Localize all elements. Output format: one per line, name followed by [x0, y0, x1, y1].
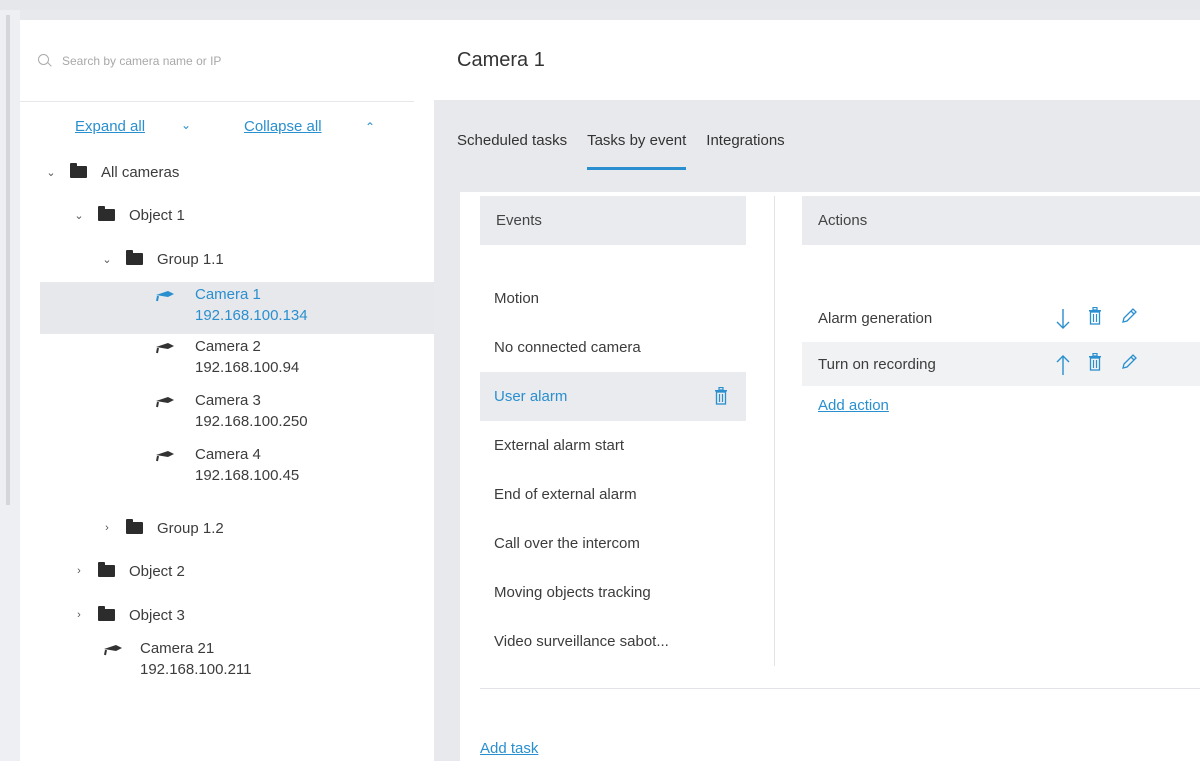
- camera-icon: [102, 643, 124, 657]
- add-action-link[interactable]: Add action: [818, 397, 889, 414]
- panel-divider: [480, 688, 1200, 689]
- add-task-link[interactable]: Add task: [480, 740, 538, 757]
- chevron-right-icon[interactable]: ›: [100, 522, 114, 534]
- camera-name: Camera 4: [195, 446, 261, 463]
- tree-camera-21[interactable]: Camera 21 192.168.100.211: [20, 638, 434, 690]
- folder-icon: [98, 562, 115, 577]
- camera-tree-sidebar: Expand all ⌄ Collapse all ⌃ ⌄ All camera…: [20, 20, 434, 761]
- arrow-up-icon[interactable]: [1056, 354, 1070, 380]
- tree-node-object-1[interactable]: ⌄ Object 1: [72, 197, 185, 233]
- tab-tasks-by-event[interactable]: Tasks by event: [587, 132, 687, 170]
- trash-icon[interactable]: [1088, 306, 1102, 329]
- trash-icon[interactable]: [1088, 352, 1102, 375]
- event-label: Video surveillance sabot...: [494, 633, 669, 650]
- arrow-down-icon[interactable]: [1056, 308, 1070, 334]
- main-content: Camera 1 Scheduled tasks Tasks by event …: [434, 20, 1200, 761]
- trash-icon[interactable]: [714, 386, 728, 405]
- tree-node-label: Group 1.2: [157, 519, 224, 537]
- chevron-down-icon[interactable]: ⌄: [44, 166, 58, 179]
- camera-icon: [154, 289, 176, 303]
- left-edge: [0, 10, 20, 761]
- chevron-down-icon[interactable]: ⌄: [100, 253, 114, 266]
- camera-name: Camera 21: [140, 640, 215, 657]
- action-item-turn-on-recording[interactable]: Turn on recording: [802, 342, 1200, 386]
- column-divider: [774, 196, 775, 666]
- tree-controls: Expand all ⌄ Collapse all ⌃: [75, 118, 415, 142]
- search-input[interactable]: [62, 53, 362, 68]
- event-item-user-alarm[interactable]: User alarm: [480, 372, 746, 421]
- actions-header: Actions: [802, 196, 1200, 245]
- tree-node-label: Object 3: [129, 606, 185, 624]
- chevron-up-icon: ⌃: [365, 120, 376, 134]
- event-item-motion[interactable]: Motion: [480, 274, 746, 323]
- pencil-icon[interactable]: [1120, 307, 1138, 329]
- expand-all-link[interactable]: Expand all: [75, 118, 145, 135]
- event-label: External alarm start: [494, 437, 625, 454]
- tree-node-label: Object 2: [129, 562, 185, 580]
- chevron-down-icon[interactable]: ⌄: [72, 209, 86, 222]
- event-item-end-of-external-alarm[interactable]: End of external alarm: [480, 470, 746, 519]
- pencil-icon[interactable]: [1120, 353, 1138, 375]
- tasks-panel: Events Actions Motion No connected camer…: [460, 192, 1200, 761]
- action-item-alarm-generation[interactable]: Alarm generation: [802, 296, 1200, 340]
- tab-bar: Scheduled tasks Tasks by event Integrati…: [457, 132, 805, 172]
- tree-camera-3[interactable]: Camera 3 192.168.100.250: [40, 390, 434, 442]
- search-icon: [38, 53, 52, 68]
- tree-node-group-1-2[interactable]: › Group 1.2: [100, 510, 224, 546]
- camera-ip: 192.168.100.45: [195, 467, 300, 484]
- event-item-no-connected-camera[interactable]: No connected camera: [480, 323, 746, 372]
- folder-icon: [98, 606, 115, 621]
- camera-ip: 192.168.100.250: [195, 413, 308, 430]
- tree-node-label: Object 1: [129, 206, 185, 224]
- camera-icon: [154, 449, 176, 463]
- collapse-all-link[interactable]: Collapse all: [244, 118, 322, 135]
- camera-icon: [154, 341, 176, 355]
- folder-icon: [126, 250, 143, 265]
- camera-name: Camera 1: [195, 286, 261, 303]
- tree-camera-2[interactable]: Camera 2 192.168.100.94: [40, 336, 434, 388]
- event-label: End of external alarm: [494, 486, 637, 503]
- chevron-right-icon[interactable]: ›: [72, 565, 86, 577]
- scroll-indicator[interactable]: [6, 15, 10, 505]
- event-label: Motion: [494, 290, 540, 307]
- tree-camera-1[interactable]: Camera 1 192.168.100.134: [40, 282, 434, 334]
- folder-icon: [70, 163, 87, 178]
- search-bar: [20, 20, 414, 102]
- camera-ip: 192.168.100.211: [140, 661, 252, 678]
- event-item-external-alarm-start[interactable]: External alarm start: [480, 421, 746, 470]
- tree-node-object-2[interactable]: › Object 2: [72, 553, 185, 589]
- camera-name: Camera 3: [195, 392, 261, 409]
- camera-ip: 192.168.100.134: [195, 307, 308, 324]
- tree-node-group-1-1[interactable]: ⌄ Group 1.1: [100, 241, 224, 277]
- tree-node-label: Group 1.1: [157, 250, 224, 268]
- folder-icon: [98, 206, 115, 221]
- camera-name: Camera 2: [195, 338, 261, 355]
- event-item-video-surveillance-sabotage[interactable]: Video surveillance sabot...: [480, 617, 746, 666]
- top-strip: [0, 0, 1200, 10]
- camera-ip: 192.168.100.94: [195, 359, 300, 376]
- events-header: Events: [480, 196, 746, 245]
- page-title: Camera 1: [434, 20, 1200, 100]
- tree-node-all-cameras[interactable]: ⌄ All cameras: [44, 154, 179, 190]
- event-item-call-over-intercom[interactable]: Call over the intercom: [480, 519, 746, 568]
- event-label: Call over the intercom: [494, 535, 640, 552]
- event-label: Moving objects tracking: [494, 584, 651, 601]
- chevron-down-icon: ⌄: [181, 118, 192, 132]
- action-label: Turn on recording: [818, 355, 936, 373]
- tree-node-object-3[interactable]: › Object 3: [72, 597, 185, 633]
- chevron-right-icon[interactable]: ›: [72, 609, 86, 621]
- tree-camera-4[interactable]: Camera 4 192.168.100.45: [40, 444, 434, 496]
- event-label: No connected camera: [494, 339, 641, 356]
- camera-icon: [154, 395, 176, 409]
- event-label: User alarm: [494, 388, 568, 405]
- tree-node-label: All cameras: [101, 163, 180, 181]
- tab-scheduled-tasks[interactable]: Scheduled tasks: [457, 132, 567, 170]
- folder-icon: [126, 519, 143, 534]
- action-label: Alarm generation: [818, 309, 933, 327]
- event-item-moving-objects-tracking[interactable]: Moving objects tracking: [480, 568, 746, 617]
- tab-integrations[interactable]: Integrations: [706, 132, 784, 170]
